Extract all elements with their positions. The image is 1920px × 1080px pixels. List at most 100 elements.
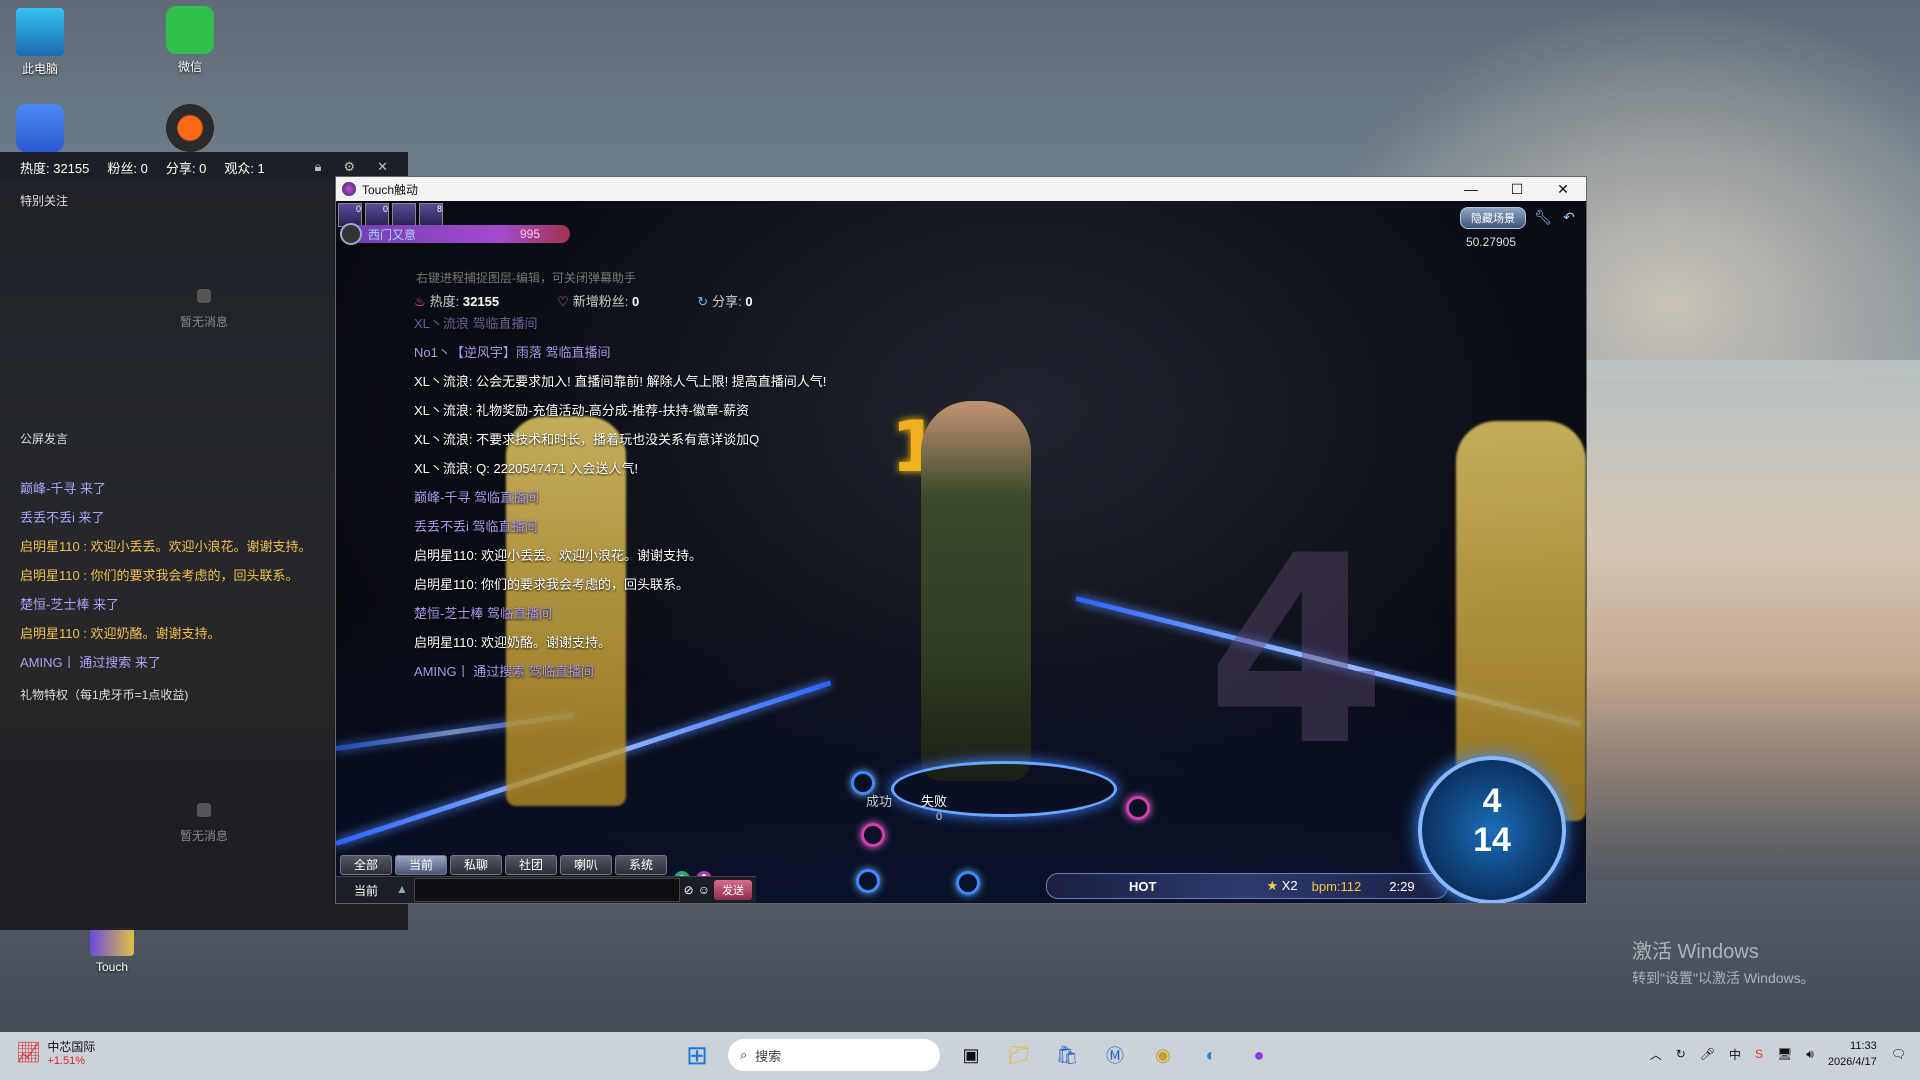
search-icon: ⌕ bbox=[740, 1047, 748, 1062]
desktop-icon-recorder[interactable] bbox=[150, 104, 230, 156]
overlay-chat-line: XL丶流浪: 公会无要求加入! 直播间靠前! 解除人气上限! 提高直播间人气! bbox=[414, 374, 827, 389]
game-helper-icon[interactable]: ◉ bbox=[1146, 1038, 1180, 1072]
desktop-icon-label: Touch bbox=[95, 960, 129, 974]
monitor-icon bbox=[16, 8, 64, 56]
star-icon: ★ bbox=[1266, 878, 1279, 893]
desktop-icon-label: 微信 bbox=[177, 60, 202, 74]
combo-total: 14 bbox=[1473, 821, 1511, 859]
beach-wallpaper bbox=[1560, 360, 1920, 880]
desktop-icon-touch[interactable]: Touch bbox=[72, 928, 152, 974]
top-right-controls: 隐藏场景 🔧︎ ↶ bbox=[1460, 207, 1578, 229]
wechat-icon bbox=[166, 6, 214, 54]
overlay-chat-line: 丢丢不丢i 驾临直播间 bbox=[414, 519, 538, 534]
smile-icon[interactable]: ☺ bbox=[698, 883, 710, 897]
watermark-subtitle: 转到"设置"以激活 Windows。 bbox=[1632, 970, 1815, 986]
overlay-chat-line: XL丶流浪: Q: 2220547471 入会送人气! bbox=[414, 461, 638, 476]
app-m-taskbar-icon[interactable]: Ⓜ bbox=[1098, 1038, 1132, 1072]
overlay-chat: XL丶流浪 驾临直播间 No1丶【逆风宇】雨落 驾临直播间 XL丶流浪: 公会无… bbox=[414, 309, 826, 686]
close-button[interactable]: ✕ bbox=[1540, 181, 1586, 198]
stock-name: 中芯国际 bbox=[47, 1040, 96, 1054]
hide-scene-button[interactable]: 隐藏场景 bbox=[1460, 207, 1526, 229]
lock-icon[interactable]: 🔒︎ bbox=[315, 159, 322, 175]
desktop-icon-wechat[interactable]: 微信 bbox=[150, 6, 230, 75]
taskbar-apps: ⊞ ⌕ 搜索 ▣ 📁︎ 🛍︎ Ⓜ ◉ ◐ ● bbox=[680, 1038, 1276, 1072]
window-titlebar[interactable]: Touch触动 — ☐ ✕ bbox=[336, 177, 1586, 201]
beat-number: 4 bbox=[1206, 501, 1387, 803]
gift-privilege-title: 礼物特权（每1虎牙币=1点收益) bbox=[20, 688, 189, 702]
stock-widget[interactable]: 📈︎ 中芯国际 +1.51% bbox=[16, 1038, 95, 1067]
combo-current: 4 bbox=[1482, 782, 1502, 820]
maximize-button[interactable]: ☐ bbox=[1494, 181, 1540, 198]
microphone-icon[interactable]: 🎤︎ bbox=[1700, 1047, 1715, 1061]
network-icon[interactable]: 🖥︎ bbox=[1777, 1047, 1792, 1061]
desktop-icon-app-m[interactable] bbox=[0, 104, 80, 156]
judge-fail: 失败 bbox=[921, 794, 948, 809]
clock-date: 2026/4/17 bbox=[1827, 1056, 1877, 1068]
avatar bbox=[340, 223, 362, 245]
task-view-icon[interactable]: ▣ bbox=[954, 1038, 988, 1072]
edge-browser-icon[interactable]: ◐ bbox=[1194, 1038, 1228, 1072]
store-icon[interactable]: 🛍︎ bbox=[1050, 1038, 1084, 1072]
ime-lang[interactable]: 中 bbox=[1729, 1046, 1741, 1063]
app-m-icon bbox=[16, 104, 64, 152]
overlay-chat-line: 启明星110: 欢迎小丢丢。欢迎小浪花。谢谢支持。 bbox=[414, 548, 702, 563]
skill-slot[interactable]: 0 bbox=[365, 203, 389, 227]
note-orb bbox=[861, 823, 885, 847]
overlay-chat-line: 启明星110: 你们的要求我会考虑的，回头联系。 bbox=[414, 577, 689, 592]
desktop-icon-this-pc[interactable]: 此电脑 bbox=[0, 8, 80, 77]
judge-count: 0 bbox=[936, 811, 943, 823]
multiplier: ★ X2 bbox=[1266, 878, 1298, 893]
overlay-hint: 右键进程捕捉图层-编辑，可关闭弹幕助手 bbox=[416, 271, 636, 285]
touch-game-taskbar-icon[interactable]: ● bbox=[1242, 1038, 1276, 1072]
tab-system[interactable]: 系统 bbox=[615, 855, 667, 875]
watermark-title: 激活 Windows bbox=[1632, 941, 1759, 963]
clock[interactable]: 11:33 2026/4/17 bbox=[1828, 1038, 1877, 1070]
chat-input-bar: 当前 ▲ ⊘ ☺ 发送 bbox=[336, 876, 756, 903]
share-icon: ↻ bbox=[697, 294, 709, 309]
tab-guild[interactable]: 社团 bbox=[505, 855, 557, 875]
judge-success: 成功 bbox=[866, 794, 893, 809]
tab-current[interactable]: 当前 bbox=[395, 855, 447, 875]
player-tag: 西门又意 995 bbox=[340, 223, 570, 245]
file-explorer-icon[interactable]: 📁︎ bbox=[1002, 1038, 1036, 1072]
skill-slot[interactable] bbox=[392, 203, 416, 227]
windows-start-icon[interactable]: ⊞ bbox=[680, 1038, 714, 1072]
taskbar-search[interactable]: ⌕ 搜索 bbox=[728, 1039, 940, 1071]
volume-icon[interactable]: 🔊︎ bbox=[1806, 1047, 1814, 1062]
sync-icon[interactable]: ↻ bbox=[1676, 1047, 1686, 1061]
flame-icon: ♨ bbox=[414, 294, 426, 309]
send-button[interactable]: 发送 bbox=[714, 880, 752, 900]
sogou-ime-icon[interactable]: S bbox=[1755, 1047, 1763, 1061]
bpm-label: bpm:112 bbox=[1311, 878, 1362, 894]
heat-stat: ♨ 热度: 32155 bbox=[414, 294, 500, 309]
close-icon[interactable]: ✕ bbox=[377, 159, 388, 175]
game-stage[interactable]: 4 1 成功 失败 0 0 0 8 西门又意 995 隐藏场景 🔧︎ ↶ 50. bbox=[336, 201, 1586, 903]
tab-private[interactable]: 私聊 bbox=[450, 855, 502, 875]
minimize-button[interactable]: — bbox=[1448, 181, 1494, 198]
undo-icon[interactable]: ↶ bbox=[1560, 209, 1578, 227]
note-orb bbox=[1126, 796, 1150, 820]
game-window: Touch触动 — ☐ ✕ 4 1 成功 失败 0 0 0 8 西门又意 995… bbox=[335, 176, 1587, 904]
share-stat: 分享: 0 bbox=[165, 160, 207, 176]
song-hud: HOT ★ X2 bpm:112 2:29 bbox=[1046, 873, 1448, 899]
share-stat: ↻ 分享: 0 bbox=[697, 294, 753, 309]
at-icon[interactable]: ⊘ bbox=[684, 883, 694, 897]
wrench-icon[interactable]: 🔧︎ bbox=[1534, 209, 1552, 227]
window-title: Touch触动 bbox=[362, 182, 419, 197]
overlay-chat-line: AMING丨 通过搜索 驾临直播间 bbox=[414, 664, 594, 679]
channel-select[interactable]: 当前 ▲ bbox=[336, 882, 414, 899]
fans-stat: ♡ 新增粉丝: 0 bbox=[557, 294, 640, 309]
taskbar: 📈︎ 中芯国际 +1.51% ⊞ ⌕ 搜索 ▣ 📁︎ 🛍︎ Ⓜ ◉ ◐ ● ︿ … bbox=[0, 1032, 1920, 1080]
stock-change: +1.51% bbox=[47, 1055, 86, 1067]
tab-horn[interactable]: 喇叭 bbox=[560, 855, 612, 875]
notification-icon[interactable]: 🗨︎ bbox=[1891, 1047, 1906, 1061]
tab-all[interactable]: 全部 bbox=[340, 855, 392, 875]
overlay-stats: ♨ 热度: 32155 ♡ 新增粉丝: 0 ↻ 分享: 0 bbox=[414, 291, 753, 310]
search-placeholder: 搜索 bbox=[755, 1048, 782, 1064]
settings-icon[interactable]: ⚙ bbox=[343, 159, 355, 175]
skill-slot[interactable]: 8 bbox=[419, 203, 443, 227]
chat-tabs: 全部 当前 私聊 社团 喇叭 系统 bbox=[340, 855, 667, 875]
chevron-up-icon[interactable]: ︿ bbox=[1650, 1046, 1662, 1063]
overlay-chat-line: 启明星110: 欢迎奶酪。谢谢支持。 bbox=[414, 635, 611, 650]
chat-input[interactable] bbox=[414, 878, 680, 902]
